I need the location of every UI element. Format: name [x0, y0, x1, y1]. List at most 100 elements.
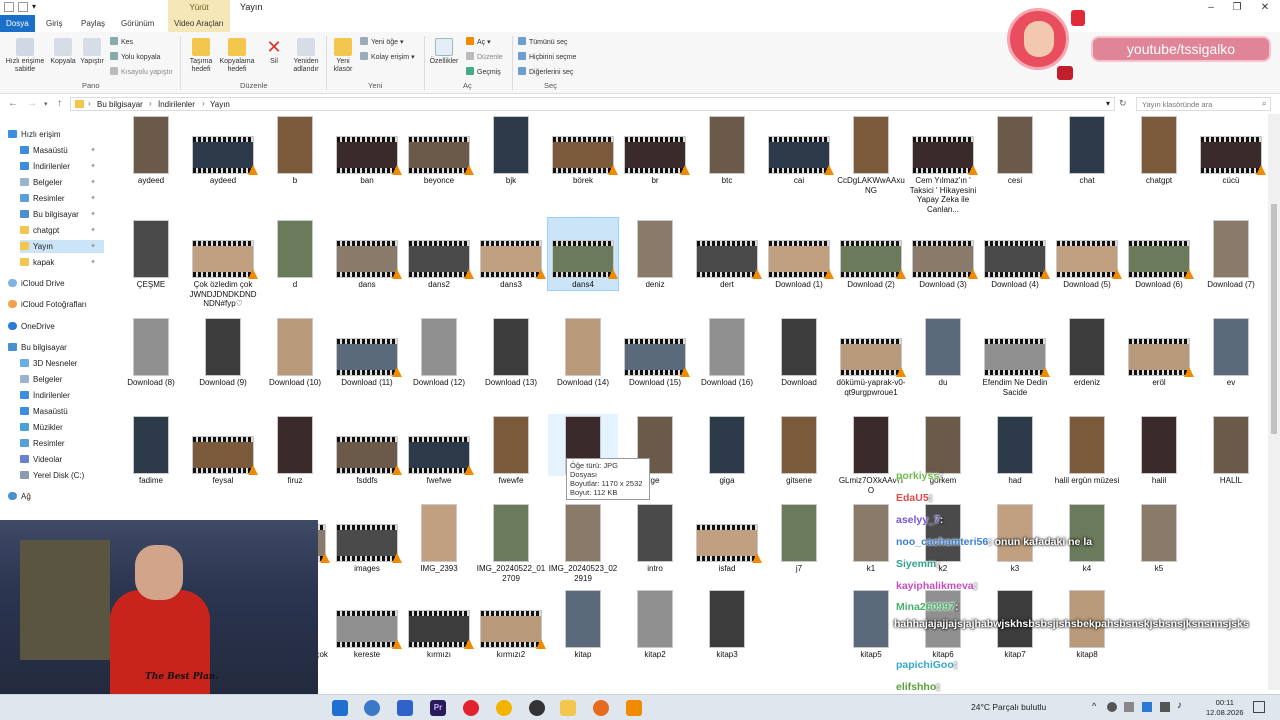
file-item[interactable]: cai [764, 114, 834, 186]
scrollbar-thumb[interactable] [1271, 204, 1277, 434]
breadcrumb-current[interactable]: Yayın [210, 100, 230, 109]
vlc-icon[interactable] [626, 700, 642, 716]
history-button[interactable]: Geçmiş [466, 67, 501, 76]
nav-onedrive[interactable]: OneDrive [8, 320, 55, 333]
paste-shortcut-button[interactable]: Kısayolu yapıştır [110, 67, 173, 76]
file-item[interactable]: Download (6) [1124, 218, 1194, 290]
select-none-button[interactable]: Hiçbirini seçme [518, 52, 576, 61]
file-item[interactable]: börek [548, 114, 618, 186]
file-item[interactable]: dans2 [404, 218, 474, 290]
close-icon[interactable]: ✕ [1252, 0, 1278, 15]
file-item[interactable]: Download (5) [1052, 218, 1122, 290]
rename-button[interactable]: Yeniden adlandır [288, 38, 324, 74]
file-item[interactable]: images [332, 502, 402, 574]
nav-pc-desktop[interactable]: Masaüstü [20, 405, 68, 418]
file-item[interactable]: intro [620, 502, 690, 574]
file-item[interactable]: cesi [980, 114, 1050, 186]
file-item[interactable]: kitap3 [692, 588, 762, 660]
nav-pc-documents[interactable]: Belgeler [20, 373, 62, 386]
breadcrumb-downloads[interactable]: İndirilenler [158, 100, 195, 109]
firefox-icon[interactable] [593, 700, 609, 716]
file-item[interactable]: feysal [188, 414, 258, 486]
file-item[interactable]: Download (8) [116, 316, 186, 388]
file-item[interactable]: dert [692, 218, 762, 290]
tray-app-icon[interactable] [1142, 702, 1152, 712]
address-bar[interactable]: › Bu bilgisayar › İndirilenler › Yayın ▾ [70, 97, 1115, 111]
tray-app-icon[interactable] [1107, 702, 1117, 712]
search-input[interactable]: Yayın klasöründe ara [1136, 97, 1271, 111]
nav-item-downloads[interactable]: İndirilenler ✦ [20, 160, 104, 173]
edge-icon[interactable] [364, 700, 380, 716]
forward-arrow-icon[interactable]: → [27, 98, 37, 109]
file-item[interactable]: Download [764, 316, 834, 388]
file-item[interactable]: IMG_2393 [404, 502, 474, 574]
file-item[interactable]: IMG_20240523_022919 [548, 502, 618, 583]
paste-button[interactable]: Yapıştır [78, 38, 106, 66]
nav-icloud-drive[interactable]: iCloud Drive [8, 277, 65, 290]
nav-icloud-photos[interactable]: iCloud Fotoğrafları [8, 298, 87, 311]
file-item[interactable]: dans [332, 218, 402, 290]
address-dropdown-icon[interactable]: ▾ [1106, 99, 1110, 108]
cut-button[interactable]: Kes [110, 37, 133, 46]
nav-item-pictures[interactable]: Resimler ✦ [20, 192, 104, 205]
invert-selection-button[interactable]: Diğerlerini seç [518, 67, 573, 76]
edit-button[interactable]: Düzenle [466, 52, 503, 61]
properties-quick-icon[interactable] [4, 2, 14, 12]
file-item[interactable]: CcDgLAKWwAAxuNG [836, 114, 906, 195]
copy-to-button[interactable]: Kopyalama hedefi [218, 38, 256, 74]
file-item[interactable]: kitap [548, 588, 618, 660]
tab-file[interactable]: Dosya [0, 15, 35, 32]
file-item[interactable]: chat [1052, 114, 1122, 186]
new-folder-quick-icon[interactable] [18, 2, 28, 12]
file-item[interactable]: ÇEŞME [116, 218, 186, 290]
copy-path-button[interactable]: Yolu kopyala [110, 52, 160, 61]
up-arrow-icon[interactable]: ↑ [57, 98, 62, 109]
file-item[interactable]: IMG_20240522_012709 [476, 502, 546, 583]
file-item[interactable]: aydeed [116, 114, 186, 186]
nav-quick-access[interactable]: Hızlı erişim [8, 128, 61, 141]
nav-item-chatgpt[interactable]: chatgpt ✦ [20, 224, 104, 237]
nav-pc-music[interactable]: Müzikler [20, 421, 63, 434]
tab-view[interactable]: Görünüm [115, 15, 160, 32]
file-item[interactable]: dans3 [476, 218, 546, 290]
breadcrumb-this-pc[interactable]: Bu bilgisayar [97, 100, 143, 109]
recent-dropdown-icon[interactable]: ▾ [44, 100, 48, 108]
nav-item-kapak[interactable]: kapak ✦ [20, 256, 104, 269]
file-item[interactable]: Download (9) [188, 316, 258, 388]
minimize-icon[interactable]: – [1198, 0, 1224, 15]
new-folder-button[interactable]: Yeni klasör [330, 38, 356, 74]
file-item[interactable]: ev [1196, 316, 1266, 388]
customize-qat-icon[interactable]: ▾ [32, 2, 42, 12]
file-item[interactable]: du [908, 316, 978, 388]
file-item[interactable]: fadime [116, 414, 186, 486]
file-item[interactable]: bjk [476, 114, 546, 186]
file-item[interactable]: ban [332, 114, 402, 186]
maximize-icon[interactable]: ❐ [1224, 0, 1250, 15]
file-item[interactable]: Download (12) [404, 316, 474, 388]
file-item[interactable]: beyonce [404, 114, 474, 186]
easy-access-button[interactable]: Kolay erişim ▾ [360, 52, 415, 61]
vertical-scrollbar[interactable] [1268, 114, 1280, 690]
nav-item-this-pc-quick[interactable]: Bu bilgisayar ✦ [20, 208, 104, 221]
nav-pc-local-disk[interactable]: Yerel Disk (C:) [20, 469, 84, 482]
volume-icon[interactable]: ♪ [1177, 700, 1182, 711]
pin-quick-access-button[interactable]: Hızlı erişime sabitle [4, 38, 46, 74]
file-item[interactable]: Download (3) [908, 218, 978, 290]
file-item[interactable]: fwewfe [476, 414, 546, 486]
file-item[interactable]: chatgpt [1124, 114, 1194, 186]
file-item[interactable]: had [980, 414, 1050, 486]
tab-video-tools[interactable]: Video Araçları [168, 15, 230, 32]
breadcrumb-separator[interactable]: › [88, 99, 91, 108]
file-explorer-icon[interactable] [560, 700, 576, 716]
breadcrumb-separator[interactable]: › [149, 99, 152, 108]
file-item[interactable]: deniz [620, 218, 690, 290]
breadcrumb-separator[interactable]: › [202, 99, 205, 108]
new-item-button[interactable]: Yeni öğe ▾ [360, 37, 403, 46]
app-icon[interactable] [397, 700, 413, 716]
file-item[interactable]: Download (1) [764, 218, 834, 290]
file-item[interactable]: Efendim Ne Dedin Sacide [980, 316, 1050, 397]
file-item[interactable]: cücü [1196, 114, 1266, 186]
weather-widget[interactable]: 24°C Parçalı bulutlu [971, 702, 1046, 712]
file-item[interactable]: halil [1124, 414, 1194, 486]
file-item[interactable]: dans4 [547, 217, 619, 291]
